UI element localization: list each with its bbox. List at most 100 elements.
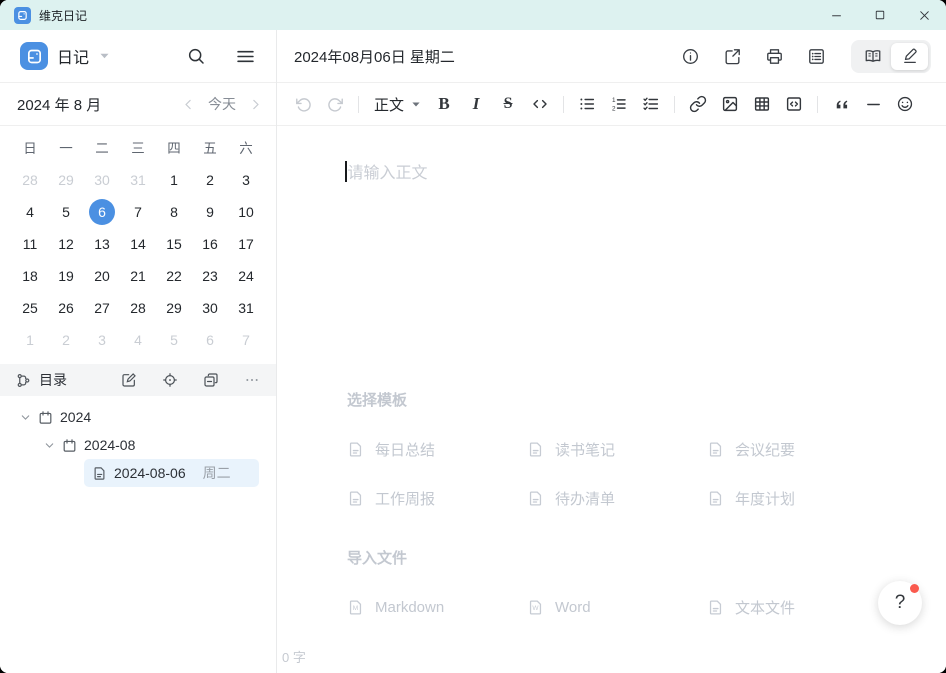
calendar-day[interactable]: 4 bbox=[12, 196, 48, 228]
template-item[interactable]: 每日总结 bbox=[347, 439, 527, 459]
table-button[interactable] bbox=[747, 89, 777, 119]
calendar-day[interactable]: 1 bbox=[156, 164, 192, 196]
calendar-day[interactable]: 2 bbox=[48, 324, 84, 356]
calendar-day[interactable]: 15 bbox=[156, 228, 192, 260]
tree-item-month[interactable]: 2024-08 bbox=[0, 431, 276, 459]
quote-button[interactable] bbox=[826, 89, 856, 119]
calendar-day[interactable]: 10 bbox=[228, 196, 264, 228]
close-button[interactable] bbox=[902, 0, 946, 30]
today-button[interactable]: 今天 bbox=[208, 94, 236, 114]
editor-area[interactable]: 请输入正文 选择模板 每日总结读书笔记会议纪要工作周报待办清单年度计划 导入文件… bbox=[277, 126, 946, 673]
ordered-list-button[interactable]: 1 2 bbox=[604, 89, 634, 119]
minimize-button[interactable] bbox=[814, 0, 858, 30]
calendar-day[interactable]: 9 bbox=[192, 196, 228, 228]
menu-button[interactable] bbox=[235, 46, 256, 67]
maximize-button[interactable] bbox=[858, 0, 902, 30]
calendar-day[interactable]: 29 bbox=[156, 292, 192, 324]
calendar-day[interactable]: 30 bbox=[192, 292, 228, 324]
main-content: 2024年08月06日 星期二 bbox=[277, 30, 946, 673]
import-item[interactable]: WWord bbox=[527, 597, 707, 617]
template-item[interactable]: 读书笔记 bbox=[527, 439, 707, 459]
locate-current-button[interactable] bbox=[162, 372, 178, 388]
help-label: ? bbox=[895, 592, 906, 614]
more-options-button[interactable] bbox=[244, 372, 260, 388]
import-item[interactable]: 文本文件 bbox=[707, 597, 887, 617]
tree-item-day-selected[interactable]: 2024-08-06 周二 bbox=[84, 459, 259, 487]
template-item[interactable]: 年度计划 bbox=[707, 488, 887, 508]
calendar-day[interactable]: 20 bbox=[84, 260, 120, 292]
redo-button[interactable] bbox=[320, 89, 350, 119]
calendar-day[interactable]: 6 bbox=[192, 324, 228, 356]
chevron-down-icon[interactable] bbox=[44, 440, 55, 451]
calendar-day[interactable]: 7 bbox=[120, 196, 156, 228]
calendar-day[interactable]: 18 bbox=[12, 260, 48, 292]
calendar-day[interactable]: 3 bbox=[228, 164, 264, 196]
bold-button[interactable]: B bbox=[429, 89, 459, 119]
calendar-day[interactable]: 28 bbox=[120, 292, 156, 324]
template-item[interactable]: 工作周报 bbox=[347, 488, 527, 508]
calendar-day[interactable]: 11 bbox=[12, 228, 48, 260]
weekday-label: 五 bbox=[192, 134, 228, 160]
read-mode-button[interactable] bbox=[854, 43, 891, 70]
inline-code-button[interactable] bbox=[525, 89, 555, 119]
next-month-button[interactable] bbox=[249, 98, 262, 111]
calendar-day[interactable]: 12 bbox=[48, 228, 84, 260]
template-item[interactable]: 待办清单 bbox=[527, 488, 707, 508]
code-block-button[interactable] bbox=[779, 89, 809, 119]
calendar-day[interactable]: 25 bbox=[12, 292, 48, 324]
calendar-day[interactable]: 19 bbox=[48, 260, 84, 292]
collapse-all-button[interactable] bbox=[203, 372, 219, 388]
calendar-day[interactable]: 31 bbox=[228, 292, 264, 324]
horizontal-rule-button[interactable] bbox=[858, 89, 888, 119]
outline-button[interactable] bbox=[807, 47, 826, 66]
prev-month-button[interactable] bbox=[182, 98, 195, 111]
emoji-button[interactable] bbox=[890, 89, 920, 119]
italic-button[interactable]: I bbox=[461, 89, 491, 119]
print-button[interactable] bbox=[765, 47, 784, 66]
calendar-day[interactable]: 3 bbox=[84, 324, 120, 356]
chevron-down-icon[interactable] bbox=[20, 412, 31, 423]
chevron-down-icon[interactable] bbox=[100, 53, 109, 59]
calendar-day[interactable]: 2 bbox=[192, 164, 228, 196]
calendar-day[interactable]: 8 bbox=[156, 196, 192, 228]
workspace-name[interactable]: 日记 bbox=[57, 44, 89, 68]
tree-item-year[interactable]: 2024 bbox=[0, 403, 276, 431]
calendar-day[interactable]: 14 bbox=[120, 228, 156, 260]
new-entry-button[interactable] bbox=[121, 372, 137, 388]
calendar-day[interactable]: 7 bbox=[228, 324, 264, 356]
info-button[interactable] bbox=[681, 47, 700, 66]
calendar-day[interactable]: 30 bbox=[84, 164, 120, 196]
calendar-day[interactable]: 1 bbox=[12, 324, 48, 356]
calendar-day[interactable]: 23 bbox=[192, 260, 228, 292]
calendar-day[interactable]: 31 bbox=[120, 164, 156, 196]
calendar-day[interactable]: 16 bbox=[192, 228, 228, 260]
strikethrough-button[interactable]: S bbox=[493, 89, 523, 119]
task-list-button[interactable] bbox=[636, 89, 666, 119]
export-button[interactable] bbox=[723, 47, 742, 66]
image-button[interactable] bbox=[715, 89, 745, 119]
calendar-day[interactable]: 17 bbox=[228, 228, 264, 260]
calendar-day[interactable]: 22 bbox=[156, 260, 192, 292]
document-icon bbox=[527, 441, 544, 458]
undo-button[interactable] bbox=[288, 89, 318, 119]
import-item-label: 文本文件 bbox=[735, 597, 795, 618]
calendar-day[interactable]: 4 bbox=[120, 324, 156, 356]
calendar-day[interactable]: 28 bbox=[12, 164, 48, 196]
calendar-day[interactable]: 24 bbox=[228, 260, 264, 292]
template-item[interactable]: 会议纪要 bbox=[707, 439, 887, 459]
paragraph-style-dropdown[interactable]: 正文 bbox=[367, 89, 427, 119]
calendar-day-selected[interactable]: 6 bbox=[84, 196, 120, 228]
calendar-day[interactable]: 5 bbox=[48, 196, 84, 228]
calendar-day[interactable]: 13 bbox=[84, 228, 120, 260]
help-button[interactable]: ? bbox=[878, 581, 922, 625]
edit-mode-button[interactable] bbox=[891, 43, 928, 70]
calendar-day[interactable]: 5 bbox=[156, 324, 192, 356]
calendar-day[interactable]: 29 bbox=[48, 164, 84, 196]
search-button[interactable] bbox=[186, 46, 206, 66]
import-item[interactable]: MMarkdown bbox=[347, 597, 527, 617]
calendar-day[interactable]: 21 bbox=[120, 260, 156, 292]
calendar-day[interactable]: 27 bbox=[84, 292, 120, 324]
link-button[interactable] bbox=[683, 89, 713, 119]
bullet-list-button[interactable] bbox=[572, 89, 602, 119]
calendar-day[interactable]: 26 bbox=[48, 292, 84, 324]
